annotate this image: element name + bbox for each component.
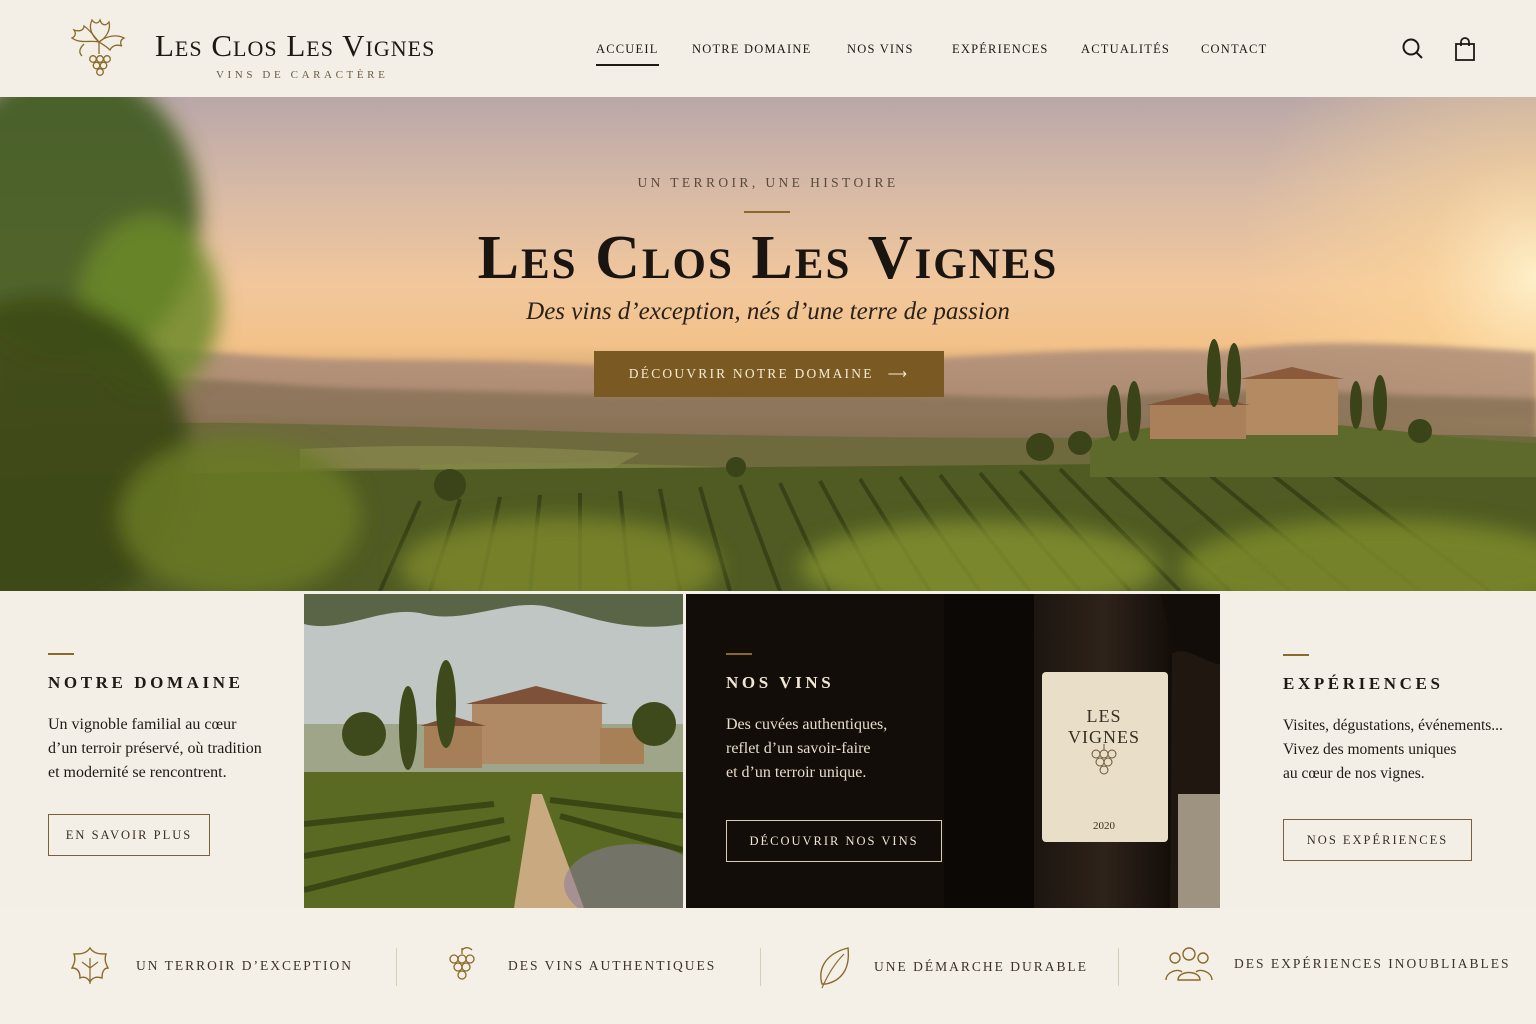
discover-domain-button[interactable]: DÉCOUVRIR NOTRE DOMAINE ⟶	[594, 351, 944, 397]
leaf-icon	[820, 947, 850, 989]
values-strip: UN TERROIR D’EXCEPTION DES VINS AUTHENTI…	[0, 908, 1536, 1024]
feature-description: Un vignoble familial au cœur d’un terroi…	[48, 716, 262, 781]
value-item-terroir: UN TERROIR D’EXCEPTION	[68, 944, 353, 988]
nav-item-experiences[interactable]: EXPÉRIENCES	[952, 42, 1049, 57]
brand-tagline: VINS DE CARACTÈRE	[216, 69, 389, 81]
feature-notre-domaine: NOTRE DOMAINE Un vignoble familial au cœ…	[0, 591, 304, 908]
value-label: DES VINS AUTHENTIQUES	[508, 958, 717, 973]
hero-kicker: UN TERROIR, UNE HISTOIRE	[637, 175, 899, 190]
feature-description: Des cuvées authentiques, reflet d’un sav…	[726, 716, 888, 781]
value-label: DES EXPÉRIENCES INOUBLIABLES	[1234, 956, 1511, 971]
grapes-icon	[449, 947, 475, 980]
feature-title: NOTRE DOMAINE	[48, 673, 244, 692]
vineyard-landscape-image	[0, 97, 1536, 591]
people-icon	[1165, 947, 1213, 981]
hero-title: Les Clos Les Vignes	[477, 224, 1059, 292]
grapes-icon	[1091, 744, 1117, 775]
hero-section: UN TERROIR, UNE HISTOIRE Les Clos Les Vi…	[0, 97, 1536, 591]
hero-divider	[744, 211, 790, 213]
strip-divider	[1118, 948, 1119, 986]
experiences-button[interactable]: NOS EXPÉRIENCES	[1283, 819, 1472, 861]
site-header: Les Clos Les Vignes VINS DE CARACTÈRE AC…	[0, 0, 1536, 97]
strip-divider	[760, 948, 761, 986]
brand-name[interactable]: Les Clos Les Vignes	[155, 28, 435, 64]
vine-logo-icon[interactable]	[62, 14, 136, 86]
arrow-right-icon: ⟶	[887, 366, 910, 381]
feature-title: EXPÉRIENCES	[1283, 674, 1444, 693]
nav-item-actualites[interactable]: ACTUALITÉS	[1081, 42, 1170, 57]
value-item-durable: UNE DÉMARCHE DURABLE	[814, 944, 1088, 990]
feature-nos-vins: LES VIGNES 2020 NOS VINS Des cuvées auth…	[686, 594, 1220, 908]
learn-more-button[interactable]: EN SAVOIR PLUS	[48, 814, 210, 856]
search-icon[interactable]	[1400, 36, 1426, 62]
discover-domain-button-label: DÉCOUVRIR NOTRE DOMAINE	[628, 366, 874, 381]
feature-description: Visites, dégustations, événements... Viv…	[1283, 717, 1503, 782]
feature-divider	[48, 653, 74, 655]
nav-item-accueil[interactable]: ACCUEIL	[596, 42, 659, 66]
nav-item-nos-vins[interactable]: NOS VINS	[847, 42, 914, 57]
hero-subtitle: Des vins d’exception, nés d’une terre de…	[526, 298, 1010, 325]
feature-divider	[726, 653, 752, 655]
strip-divider	[396, 948, 397, 986]
value-label: UN TERROIR D’EXCEPTION	[136, 958, 353, 973]
bottle-label-year: 2020	[1093, 820, 1115, 832]
nav-item-notre-domaine[interactable]: NOTRE DOMAINE	[692, 42, 811, 57]
discover-wines-button[interactable]: DÉCOUVRIR NOS VINS	[726, 820, 942, 862]
feature-divider	[1283, 654, 1309, 656]
value-item-experiences: DES EXPÉRIENCES INOUBLIABLES	[1164, 944, 1511, 984]
shopping-bag-icon[interactable]	[1452, 36, 1478, 62]
feature-title: NOS VINS	[726, 673, 835, 692]
nav-item-contact[interactable]: CONTACT	[1201, 42, 1267, 57]
vine-leaf-icon	[70, 946, 110, 984]
value-item-vins: DES VINS AUTHENTIQUES	[444, 944, 716, 988]
feature-experiences: EXPÉRIENCES Visites, dégustations, événe…	[1220, 591, 1536, 908]
value-label: UNE DÉMARCHE DURABLE	[874, 959, 1088, 974]
estate-photo	[304, 594, 683, 908]
